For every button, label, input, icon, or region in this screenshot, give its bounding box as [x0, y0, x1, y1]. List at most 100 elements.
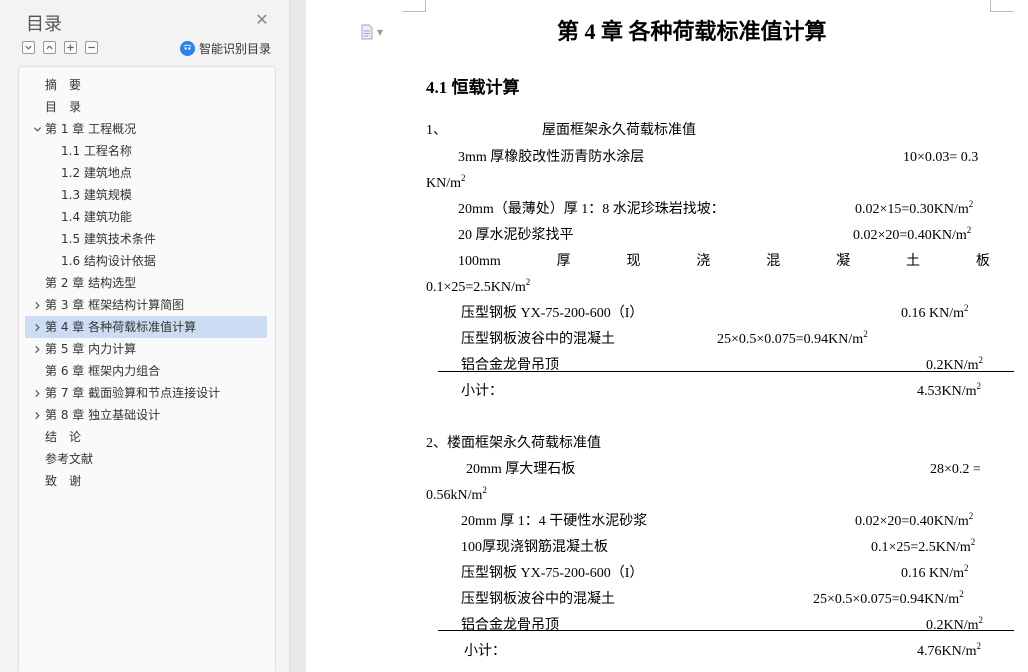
document-icon: [361, 24, 373, 40]
floor-line1-cont: 0.56kN/m2: [426, 485, 487, 504]
toc-item[interactable]: 第 8 章 独立基础设计: [25, 404, 267, 426]
chevron-right-icon[interactable]: [31, 294, 43, 316]
toc-item[interactable]: 目 录: [25, 96, 267, 118]
smart-toc-icon: [180, 41, 195, 56]
roof-line3-value: 0.02×20=0.40KN/m2: [853, 225, 972, 244]
add-heading-icon[interactable]: [64, 41, 77, 54]
floor-line2-name: 20mm 厚 1：4 干硬性水泥砂浆: [461, 514, 648, 529]
floor-line6-name: 铝合金龙骨吊顶: [461, 618, 559, 633]
roof-line3-name: 20 厚水泥砂浆找平: [458, 228, 574, 243]
toc-item[interactable]: 致 谢: [25, 470, 267, 492]
roof-line7-value: 0.2KN/m2: [926, 355, 983, 374]
toc-item[interactable]: 第 2 章 结构选型: [25, 272, 267, 294]
roof-line5-value: 0.16 KN/m2: [901, 303, 969, 322]
toc-item[interactable]: 参考文献: [25, 448, 267, 470]
chevron-down-icon[interactable]: [31, 118, 43, 140]
toc-item-label: 1.5 建筑技术条件: [61, 232, 156, 246]
toc-toolbar: [22, 41, 98, 55]
floor-line5-name: 压型钢板波谷中的混凝土: [461, 592, 615, 607]
toc-item-label: 1.6 结构设计依据: [61, 254, 156, 268]
roof-heading: 屋面框架永久荷载标准值: [542, 123, 696, 138]
toc-item[interactable]: 1.6 结构设计依据: [25, 250, 267, 272]
roof-line6-value: 25×0.5×0.075=0.94KN/m2: [717, 329, 868, 348]
floor-line1-name: 20mm 厚大理石板: [466, 462, 576, 477]
section-title: 4.1 恒载计算: [426, 78, 520, 97]
floor-subtotal-rule: [438, 630, 1014, 631]
toc-item-label: 致 谢: [45, 474, 82, 488]
toc-item-label: 1.1 工程名称: [61, 144, 132, 158]
toc-item[interactable]: 第 4 章 各种荷载标准值计算: [25, 316, 267, 338]
floor-line6-value: 0.2KN/m2: [926, 615, 983, 634]
smart-toc-button[interactable]: 智能识别目录: [180, 40, 271, 57]
toc-item-label: 第 5 章 内力计算: [45, 342, 137, 356]
roof-line1-name: 3mm 厚橡胶改性沥青防水涂层: [458, 150, 645, 165]
chevron-right-icon[interactable]: [31, 404, 43, 426]
page-corner-mark-right: [990, 0, 1014, 12]
floor-line3-value: 0.1×25=2.5KN/m2: [871, 537, 976, 556]
roof-line4-name: 100mm 厚现浇混凝土板: [458, 254, 990, 269]
floor-line1-value: 28×0.2 =: [930, 462, 981, 477]
toc-item-label: 第 2 章 结构选型: [45, 276, 137, 290]
toc-item[interactable]: 摘 要: [25, 74, 267, 96]
roof-heading-number: 1、: [426, 123, 447, 138]
document-menu-button[interactable]: ▼: [360, 24, 383, 40]
toc-item[interactable]: 第 3 章 框架结构计算简图: [25, 294, 267, 316]
floor-line3-name: 100厚现浇钢筋混凝土板: [461, 540, 608, 555]
roof-line5-name: 压型钢板 YX-75-200-600（I）: [461, 306, 644, 321]
toc-item[interactable]: 1.4 建筑功能: [25, 206, 267, 228]
floor-heading: 2、楼面框架永久荷载标准值: [426, 436, 601, 451]
chevron-right-icon[interactable]: [31, 382, 43, 404]
floor-line2-value: 0.02×20=0.40KN/m2: [855, 511, 974, 530]
toc-item-label: 结 论: [45, 430, 82, 444]
toc-item-label: 第 1 章 工程概况: [45, 122, 137, 136]
toc-item[interactable]: 第 5 章 内力计算: [25, 338, 267, 360]
toc-item[interactable]: 第 7 章 截面验算和节点连接设计: [25, 382, 267, 404]
floor-line4-name: 压型钢板 YX-75-200-600（I）: [461, 566, 644, 581]
roof-line4-value: 0.1×25=2.5KN/m2: [426, 277, 531, 296]
toc-item-label: 目 录: [45, 100, 82, 114]
toc-item[interactable]: 1.3 建筑规模: [25, 184, 267, 206]
toc-item-label: 参考文献: [45, 452, 94, 466]
toc-item[interactable]: 1.2 建筑地点: [25, 162, 267, 184]
toc-item-label: 第 6 章 框架内力组合: [45, 364, 161, 378]
roof-subtotal-rule: [438, 371, 1014, 372]
toc-item-label: 第 4 章 各种荷载标准值计算: [45, 320, 197, 334]
roof-line2-name: 20mm（最薄处）厚 1：8 水泥珍珠岩找坡：: [458, 202, 725, 217]
floor-line5-value: 25×0.5×0.075=0.94KN/m2: [813, 589, 964, 608]
roof-line1-unit: KN/m2: [426, 173, 466, 192]
toc-title: 目录: [26, 14, 62, 35]
toc-item-label: 1.3 建筑规模: [61, 188, 132, 202]
close-icon[interactable]: ✕: [254, 12, 270, 28]
expand-all-icon[interactable]: [43, 41, 56, 54]
toc-item[interactable]: 1.5 建筑技术条件: [25, 228, 267, 250]
chevron-right-icon[interactable]: [31, 316, 43, 338]
toc-item[interactable]: 结 论: [25, 426, 267, 448]
toc-item-label: 第 3 章 框架结构计算简图: [45, 298, 185, 312]
roof-line2-value: 0.02×15=0.30KN/m2: [855, 199, 974, 218]
toc-item[interactable]: 第 1 章 工程概况: [25, 118, 267, 140]
floor-total-label: 小计：: [464, 644, 506, 659]
document-gutter: [290, 0, 306, 672]
roof-total-value: 4.53KN/m2: [917, 381, 981, 400]
toc-item-label: 第 8 章 独立基础设计: [45, 408, 161, 422]
roof-line7-name: 铝合金龙骨吊顶: [461, 358, 559, 373]
chapter-title: 第 4 章 各种荷载标准值计算: [557, 19, 827, 44]
floor-total-value: 4.76KN/m2: [917, 641, 981, 660]
toc-item[interactable]: 第 6 章 框架内力组合: [25, 360, 267, 382]
toc-item-label: 摘 要: [45, 78, 82, 92]
roof-total-label: 小计：: [461, 384, 503, 399]
toc-item-label: 第 7 章 截面验算和节点连接设计: [45, 386, 221, 400]
chevron-right-icon[interactable]: [31, 338, 43, 360]
toc-item[interactable]: 1.1 工程名称: [25, 140, 267, 162]
floor-line4-value: 0.16 KN/m2: [901, 563, 969, 582]
page-corner-mark-left: [402, 0, 426, 12]
toc-list: 摘 要目 录第 1 章 工程概况 1.1 工程名称 1.2 建筑地点 1.3 建筑规模…: [18, 66, 276, 672]
roof-line1-value: 10×0.03= 0.3: [903, 150, 979, 165]
roof-line6-name: 压型钢板波谷中的混凝土: [461, 332, 615, 347]
toc-pane: 目录 ✕ 智能识别目录 摘 要目 录第 1 章 工程概况 1.1 工程名称 1.2 …: [0, 0, 290, 672]
chevron-down-icon: ▼: [377, 27, 384, 37]
collapse-all-icon[interactable]: [22, 41, 35, 54]
toc-item-label: 1.4 建筑功能: [61, 210, 132, 224]
smart-toc-label: 智能识别目录: [199, 42, 272, 56]
remove-heading-icon[interactable]: [85, 41, 98, 54]
